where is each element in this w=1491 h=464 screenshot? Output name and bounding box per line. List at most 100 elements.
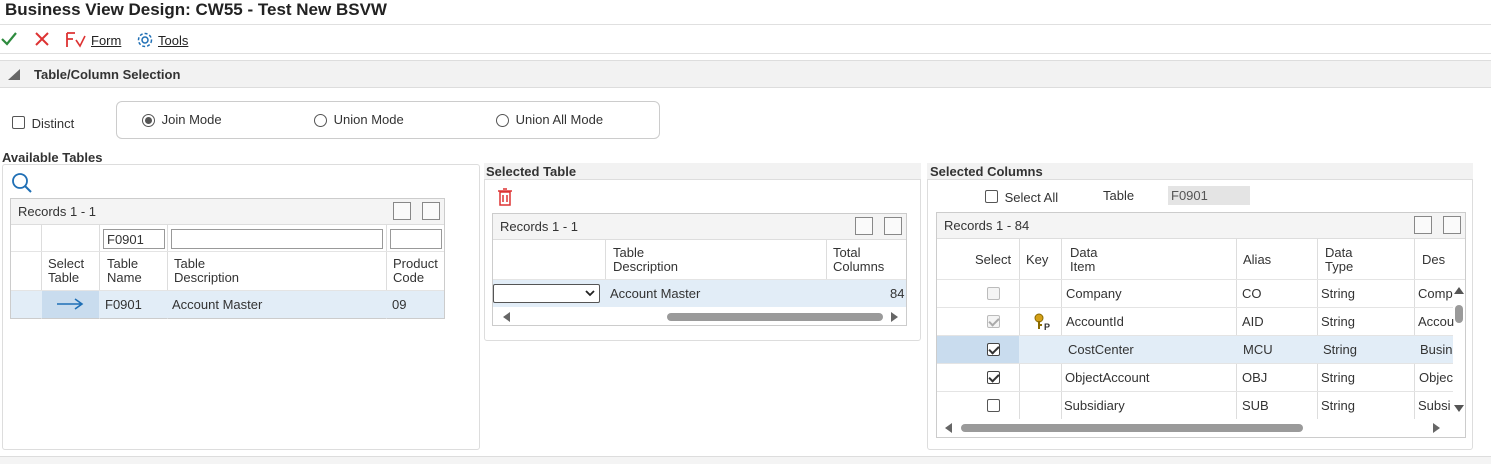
col-table-name[interactable]: Table Name (107, 257, 142, 285)
maximize-grid-icon[interactable] (1443, 216, 1461, 234)
union-all-mode-radio-button[interactable] (496, 114, 509, 128)
table-row[interactable]: Company CO String Comp (937, 280, 1453, 307)
scroll-right-icon[interactable] (1433, 423, 1440, 433)
data-type-cell: String (1321, 314, 1355, 329)
tools-menu[interactable]: Tools (136, 31, 188, 49)
col-table-description[interactable]: Table Description (613, 246, 678, 274)
table-row[interactable]: F0901 Account Master 09 (11, 291, 444, 318)
select-all-checkbox-box[interactable] (985, 190, 998, 204)
select-all-label: Select All (1004, 190, 1059, 205)
join-mode-radio-button[interactable] (142, 114, 155, 128)
union-mode-radio[interactable]: Union Mode (314, 112, 404, 128)
table-row[interactable]: Subsidiary SUB String Subsi (937, 392, 1453, 419)
alias-cell: MCU (1243, 342, 1273, 357)
cancel-button[interactable] (33, 30, 51, 48)
col-data-type[interactable]: Data Type (1325, 246, 1353, 274)
export-icon[interactable] (393, 202, 411, 220)
footer-bar (0, 456, 1491, 464)
col-total-columns[interactable]: Total Columns (833, 246, 884, 274)
col-table-description[interactable]: Table Description (174, 257, 239, 285)
arrow-right-icon[interactable] (56, 298, 84, 310)
table-name-filter[interactable] (103, 229, 165, 249)
col-select-table[interactable]: Select Table (48, 257, 84, 285)
export-icon[interactable] (855, 217, 873, 235)
form-menu-label: Form (91, 32, 122, 48)
horizontal-scrollbar[interactable] (493, 310, 906, 324)
data-type-cell: String (1321, 286, 1355, 301)
scroll-thumb[interactable] (1455, 305, 1463, 323)
col-alias[interactable]: Alias (1243, 253, 1271, 267)
selected-table-grid: Records 1 - 1 Table Description Total Colu… (492, 213, 907, 326)
ok-button[interactable] (0, 30, 18, 48)
distinct-checkbox-box[interactable] (12, 116, 25, 130)
join-type-select[interactable] (493, 284, 600, 303)
total-columns-cell: 84 (890, 286, 905, 301)
data-type-cell: String (1321, 370, 1355, 385)
scroll-down-icon[interactable] (1454, 405, 1464, 412)
table-name-cell: F0901 (105, 297, 142, 312)
product-code-filter[interactable] (390, 229, 442, 249)
table-row[interactable]: ObjectAccount OBJ String Objec (937, 364, 1453, 391)
col-data-item[interactable]: Data Item (1070, 246, 1097, 274)
table-row[interactable]: Account Master 84 (493, 280, 906, 307)
row-select-checkbox[interactable] (987, 371, 1000, 384)
form-menu[interactable]: Form (65, 31, 121, 49)
description-cell: Subsi (1418, 398, 1451, 413)
table-description-cell: Account Master (610, 286, 701, 301)
vertical-scrollbar[interactable] (1453, 283, 1465, 417)
scroll-left-icon[interactable] (503, 312, 510, 322)
alias-cell: AID (1242, 314, 1264, 329)
scroll-right-icon[interactable] (891, 312, 898, 322)
join-mode-label: Join Mode (161, 112, 222, 127)
data-item-cell: AccountId (1066, 314, 1124, 329)
table-row[interactable]: P AccountId AID String Accou (937, 308, 1455, 335)
data-item-cell: ObjectAccount (1065, 370, 1150, 385)
scroll-up-icon[interactable] (1454, 287, 1464, 294)
col-key[interactable]: Key (1026, 253, 1048, 267)
description-cell: Comp (1418, 286, 1453, 301)
check-icon (1, 32, 17, 46)
select-table-cell[interactable] (42, 291, 99, 318)
gear-icon (137, 32, 153, 48)
scroll-thumb[interactable] (961, 424, 1303, 432)
col-select[interactable]: Select (975, 253, 1011, 267)
maximize-grid-icon[interactable] (884, 217, 902, 235)
grid-header-bar: Records 1 - 1 (11, 199, 444, 225)
available-tables-grid: Records 1 - 1 SelectTable TableName Tabl… (10, 198, 445, 319)
grid-header-bar: Records 1 - 1 (493, 214, 906, 240)
trash-icon[interactable] (497, 188, 513, 206)
select-all-checkbox[interactable]: Select All (985, 188, 1059, 205)
data-type-cell: String (1321, 398, 1355, 413)
union-all-mode-label: Union All Mode (515, 112, 604, 127)
horizontal-scrollbar[interactable] (937, 421, 1465, 435)
chevron-down-icon (585, 290, 595, 297)
scroll-left-icon[interactable] (945, 423, 952, 433)
table-description-filter[interactable] (171, 229, 383, 249)
table-value-field: F0901 (1168, 186, 1250, 205)
scroll-thumb[interactable] (667, 313, 883, 321)
col-product-code[interactable]: Product Code (393, 257, 438, 285)
product-code-cell: 09 (392, 297, 407, 312)
search-icon[interactable] (11, 172, 33, 194)
maximize-grid-icon[interactable] (422, 202, 440, 220)
distinct-label: Distinct (31, 116, 75, 131)
data-item-cell: Subsidiary (1064, 398, 1125, 413)
join-mode-radio[interactable]: Join Mode (142, 112, 222, 128)
available-tables-title: Available Tables (2, 150, 103, 165)
section-header[interactable]: Table/Column Selection (0, 60, 1491, 88)
row-select-checkbox[interactable] (987, 343, 1000, 356)
row-select-checkbox[interactable] (987, 399, 1000, 412)
distinct-checkbox[interactable]: Distinct (12, 114, 75, 131)
collapse-icon[interactable] (8, 69, 20, 80)
table-row[interactable]: CostCenter MCU String Busin (937, 336, 1453, 363)
row-select-checkbox (987, 287, 1000, 300)
records-count: Records 1 - 84 (944, 218, 1030, 233)
col-description[interactable]: Des (1422, 253, 1445, 267)
selected-columns-title: Selected Columns (930, 164, 1043, 179)
window-title: Business View Design: CW55 - Test New BS… (5, 0, 387, 19)
description-cell: Accou (1418, 314, 1455, 329)
form-icon (66, 32, 86, 48)
union-all-mode-radio[interactable]: Union All Mode (496, 112, 604, 128)
union-mode-radio-button[interactable] (314, 114, 327, 128)
export-icon[interactable] (1414, 216, 1432, 234)
